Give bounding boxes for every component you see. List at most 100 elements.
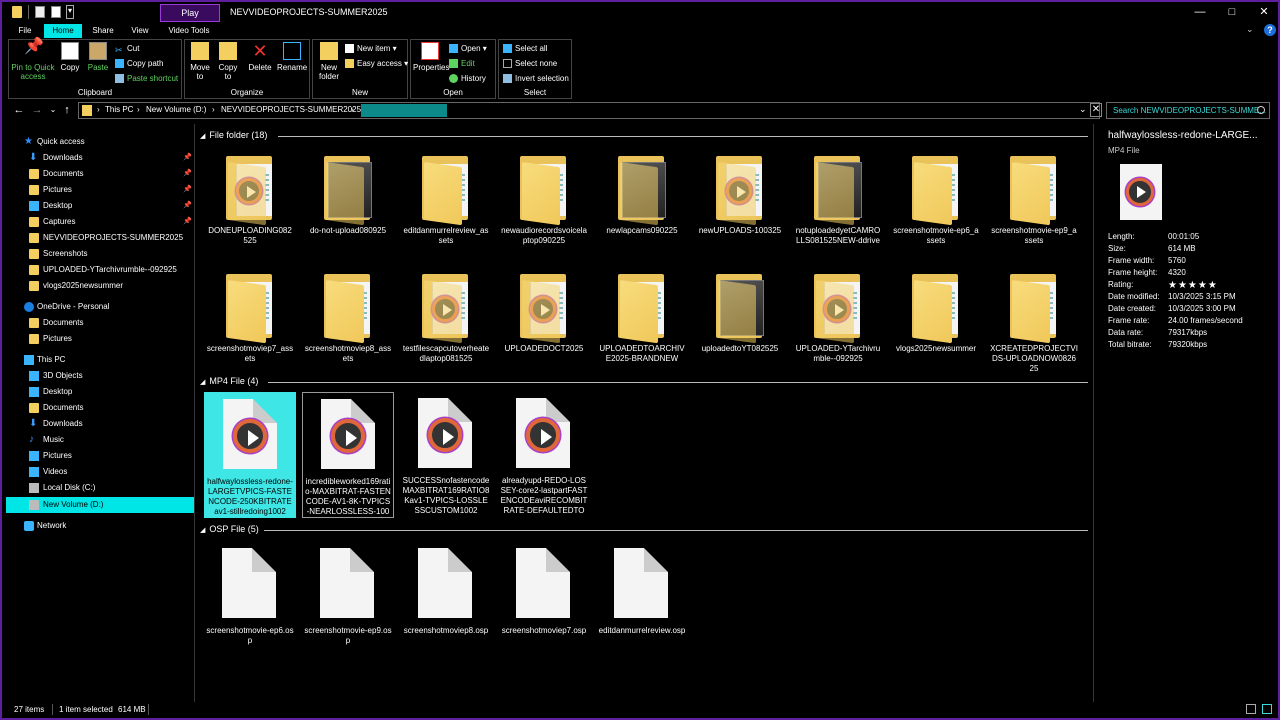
copy-path-button[interactable]: Copy path	[115, 58, 163, 70]
folder-item[interactable]: screenshotmovie-ep9_assets	[988, 148, 1080, 268]
paste-shortcut-button[interactable]: Paste shortcut	[115, 73, 178, 85]
select-none-button[interactable]: Select none	[503, 58, 557, 70]
search-icon[interactable]	[1257, 106, 1265, 114]
folder-item[interactable]: do-not-upload080925	[302, 148, 394, 268]
chevron-down-icon[interactable]: ⌄	[1079, 104, 1087, 115]
folder-item[interactable]: XCREATEDPROJECTVIDS-UPLOADNOW082625	[988, 266, 1080, 386]
folder-item[interactable]: newaudiorecordsvoicelaptop090225	[498, 148, 590, 268]
nav-quick-access[interactable]: ★ Quick access	[6, 134, 194, 150]
nav-item-onedrive-pictures[interactable]: Pictures	[6, 331, 194, 347]
delete-button[interactable]: ✕ Delete	[247, 42, 273, 72]
project-file-item[interactable]: editdanmurrelreview.osp	[596, 542, 688, 662]
copy-to-button[interactable]: Copy to	[215, 42, 241, 81]
pane-divider[interactable]	[194, 124, 195, 702]
close-icon[interactable]: ✕	[1090, 103, 1102, 117]
folder-item[interactable]: vlogs2025newsummer	[890, 266, 982, 386]
select-all-button[interactable]: Select all	[503, 43, 547, 55]
maximize-button[interactable]: □	[1214, 2, 1250, 22]
video-file-item[interactable]: SUCCESSnofastencodeMAXBITRAT169RATIO8Kav…	[400, 392, 492, 518]
address-bar[interactable]: › This PC › New Volume (D:) › NEVVIDEOPR…	[78, 102, 1100, 119]
nav-item-local-disk[interactable]: Local Disk (C:)	[6, 480, 194, 496]
new-folder-icon[interactable]	[51, 6, 61, 18]
nav-item-documents[interactable]: Documents 📌	[6, 166, 194, 182]
open-button[interactable]: Open ▾	[449, 43, 487, 55]
copy-button[interactable]: Copy	[57, 42, 83, 72]
edit-button[interactable]: Edit	[449, 58, 475, 70]
nav-item-videos[interactable]: Videos	[6, 464, 194, 480]
section-header-folders[interactable]: ◢ File folder (18)	[200, 130, 267, 144]
breadcrumb-folder[interactable]: NEVVIDEOPROJECTS-SUMMER2025	[221, 105, 361, 114]
nav-onedrive[interactable]: OneDrive - Personal	[6, 299, 194, 315]
folder-item[interactable]: UPLOADED-YTarchivrumble--092925	[792, 266, 884, 386]
section-header-mp4[interactable]: ◢ MP4 File (4)	[200, 376, 258, 390]
address-edit-field[interactable]	[361, 104, 447, 117]
nav-item-downloads[interactable]: ⬇ Downloads 📌	[6, 150, 194, 166]
nav-item-pc-documents[interactable]: Documents	[6, 400, 194, 416]
paste-button[interactable]: Paste	[85, 42, 111, 72]
breadcrumb-drive[interactable]: New Volume (D:)	[146, 105, 206, 114]
nav-item-new-volume[interactable]: New Volume (D:)	[6, 497, 194, 513]
folder-item[interactable]: screenshotmovie-ep6_assets	[890, 148, 982, 268]
section-header-osp[interactable]: ◢ OSP File (5)	[200, 524, 259, 538]
forward-arrow-icon[interactable]: →	[30, 103, 44, 117]
tab-view[interactable]: View	[124, 24, 156, 38]
tab-file[interactable]: File	[12, 24, 38, 38]
search-input[interactable]: Search NEWVIDEOPROJECTS-SUMME...	[1106, 102, 1270, 119]
folder-icon[interactable]	[12, 6, 22, 18]
minimize-button[interactable]: —	[1182, 2, 1218, 22]
invert-selection-button[interactable]: Invert selection	[503, 73, 569, 85]
project-file-item[interactable]: screenshotmovie-ep6.osp	[204, 542, 296, 662]
new-item-button[interactable]: New item ▾	[345, 43, 397, 55]
project-file-item[interactable]: screenshotmoviep8.osp	[400, 542, 492, 662]
video-file-item[interactable]: alreadyupd-REDO-LOSSEY-core2-lastpartFAS…	[498, 392, 590, 518]
project-file-item[interactable]: screenshotmoviep7.osp	[498, 542, 590, 662]
nav-item-pc-downloads[interactable]: ⬇ Downloads	[6, 416, 194, 432]
nav-item-captures[interactable]: Captures 📌	[6, 214, 194, 230]
rename-button[interactable]: Rename	[277, 42, 307, 72]
nav-item-screenshots[interactable]: Screenshots	[6, 246, 194, 262]
back-arrow-icon[interactable]: ←	[12, 103, 26, 117]
project-file-item[interactable]: screenshotmovie-ep9.osp	[302, 542, 394, 662]
nav-item-uploaded[interactable]: UPLOADED-YTarchivrumble--092925	[6, 262, 194, 278]
customize-toolbar-icon[interactable]: ▾	[66, 5, 74, 19]
details-view-icon[interactable]	[1246, 704, 1256, 714]
history-button[interactable]: History	[449, 73, 486, 85]
nav-item-project-folder[interactable]: NEVVIDEOPROJECTS-SUMMER2025	[6, 230, 194, 246]
play-context-tab[interactable]: Play	[160, 4, 220, 22]
rating-stars[interactable]: ★★★★★	[1168, 280, 1218, 291]
pane-divider[interactable]	[1093, 124, 1094, 702]
cut-button[interactable]: ✂ Cut	[115, 43, 139, 55]
easy-access-button[interactable]: Easy access ▾	[345, 58, 408, 70]
nav-item-3d-objects[interactable]: 3D Objects	[6, 368, 194, 384]
nav-item-pc-pictures[interactable]: Pictures	[6, 448, 194, 464]
folder-item[interactable]: UPLOADEDTOARCHIVE2025-BRANDNEW	[596, 266, 688, 386]
nav-item-vlogs[interactable]: vlogs2025newsummer	[6, 278, 194, 294]
move-to-button[interactable]: Move to	[187, 42, 213, 81]
recent-locations-icon[interactable]: ⌄	[46, 103, 60, 117]
new-folder-button[interactable]: New folder	[315, 42, 343, 81]
tab-video-tools[interactable]: Video Tools	[162, 24, 216, 38]
nav-item-pictures[interactable]: Pictures 📌	[6, 182, 194, 198]
nav-item-pc-desktop[interactable]: Desktop	[6, 384, 194, 400]
folder-item[interactable]: UPLOADEDOCT2025	[498, 266, 590, 386]
nav-item-desktop[interactable]: Desktop 📌	[6, 198, 194, 214]
breadcrumb-this-pc[interactable]: This PC	[105, 105, 133, 114]
tab-share[interactable]: Share	[86, 24, 120, 38]
video-file-item[interactable]: halfwaylossless-redone-LARGETVPICS-FASTE…	[204, 392, 296, 518]
folder-item[interactable]: newUPLOADS-100325	[694, 148, 786, 268]
folder-item[interactable]: screenshotmoviep7_assets	[204, 266, 296, 386]
close-button[interactable]: ✕	[1246, 2, 1280, 22]
nav-item-music[interactable]: ♪ Music	[6, 432, 194, 448]
nav-this-pc[interactable]: This PC	[6, 352, 194, 368]
ribbon-collapse-icon[interactable]: ⌄	[1246, 24, 1254, 35]
properties-button[interactable]: Properties	[413, 42, 449, 72]
pin-quick-access-button[interactable]: 📌 Pin to Quick access	[11, 39, 55, 82]
folder-item[interactable]: testfilescapcutoverheatedlaptop081525	[400, 266, 492, 386]
folder-item[interactable]: screenshotmoviep8_assets	[302, 266, 394, 386]
video-file-item[interactable]: incredibleworked169ratio-MAXBITRAT-FASTE…	[302, 392, 394, 518]
folder-item[interactable]: editdanmurrelreview_assets	[400, 148, 492, 268]
large-icons-view-icon[interactable]	[1262, 704, 1272, 714]
help-icon[interactable]: ?	[1264, 24, 1276, 36]
properties-icon[interactable]	[35, 6, 45, 18]
nav-item-onedrive-documents[interactable]: Documents	[6, 315, 194, 331]
